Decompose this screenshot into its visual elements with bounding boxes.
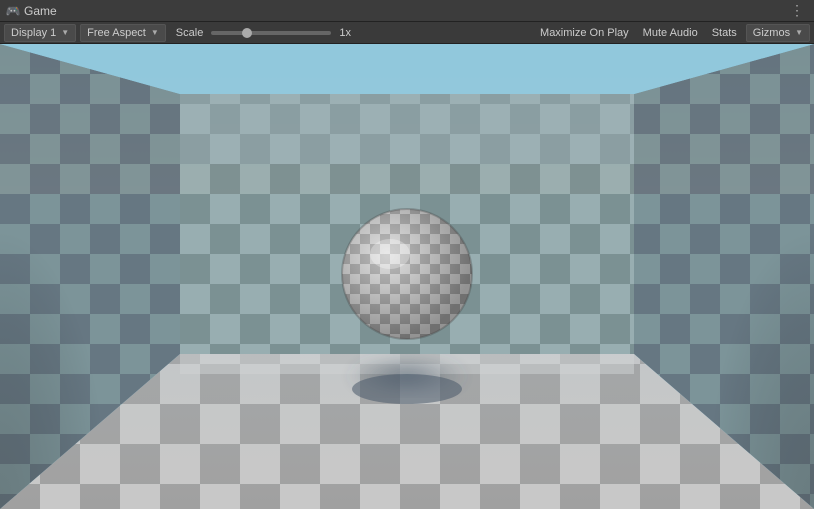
scale-value: 1x (339, 27, 351, 39)
gizmos-chevron-icon: ▼ (795, 28, 803, 37)
display-selector[interactable]: Display 1 ▼ (4, 24, 76, 42)
aspect-chevron-icon: ▼ (151, 28, 159, 37)
gizmos-selector[interactable]: Gizmos ▼ (746, 24, 810, 42)
maximize-on-play-button[interactable]: Maximize On Play (535, 24, 634, 42)
scale-slider-thumb (242, 28, 252, 38)
title-bar: 🎮 Game ⋮ (0, 0, 814, 22)
scene-svg (0, 44, 814, 509)
display-chevron-icon: ▼ (61, 28, 69, 37)
title-bar-label: Game (24, 4, 786, 18)
scale-slider[interactable] (211, 31, 331, 35)
mute-audio-button[interactable]: Mute Audio (638, 24, 703, 42)
scale-label: Scale (176, 27, 204, 39)
toolbar-right: Maximize On Play Mute Audio Stats Gizmos… (535, 24, 810, 42)
game-toolbar: Display 1 ▼ Free Aspect ▼ Scale 1x Maxim… (0, 22, 814, 44)
aspect-selector[interactable]: Free Aspect ▼ (80, 24, 166, 42)
title-bar-menu-icon[interactable]: ⋮ (786, 2, 808, 19)
game-icon: 🎮 (6, 4, 20, 18)
game-viewport (0, 44, 814, 509)
stats-button[interactable]: Stats (707, 24, 742, 42)
